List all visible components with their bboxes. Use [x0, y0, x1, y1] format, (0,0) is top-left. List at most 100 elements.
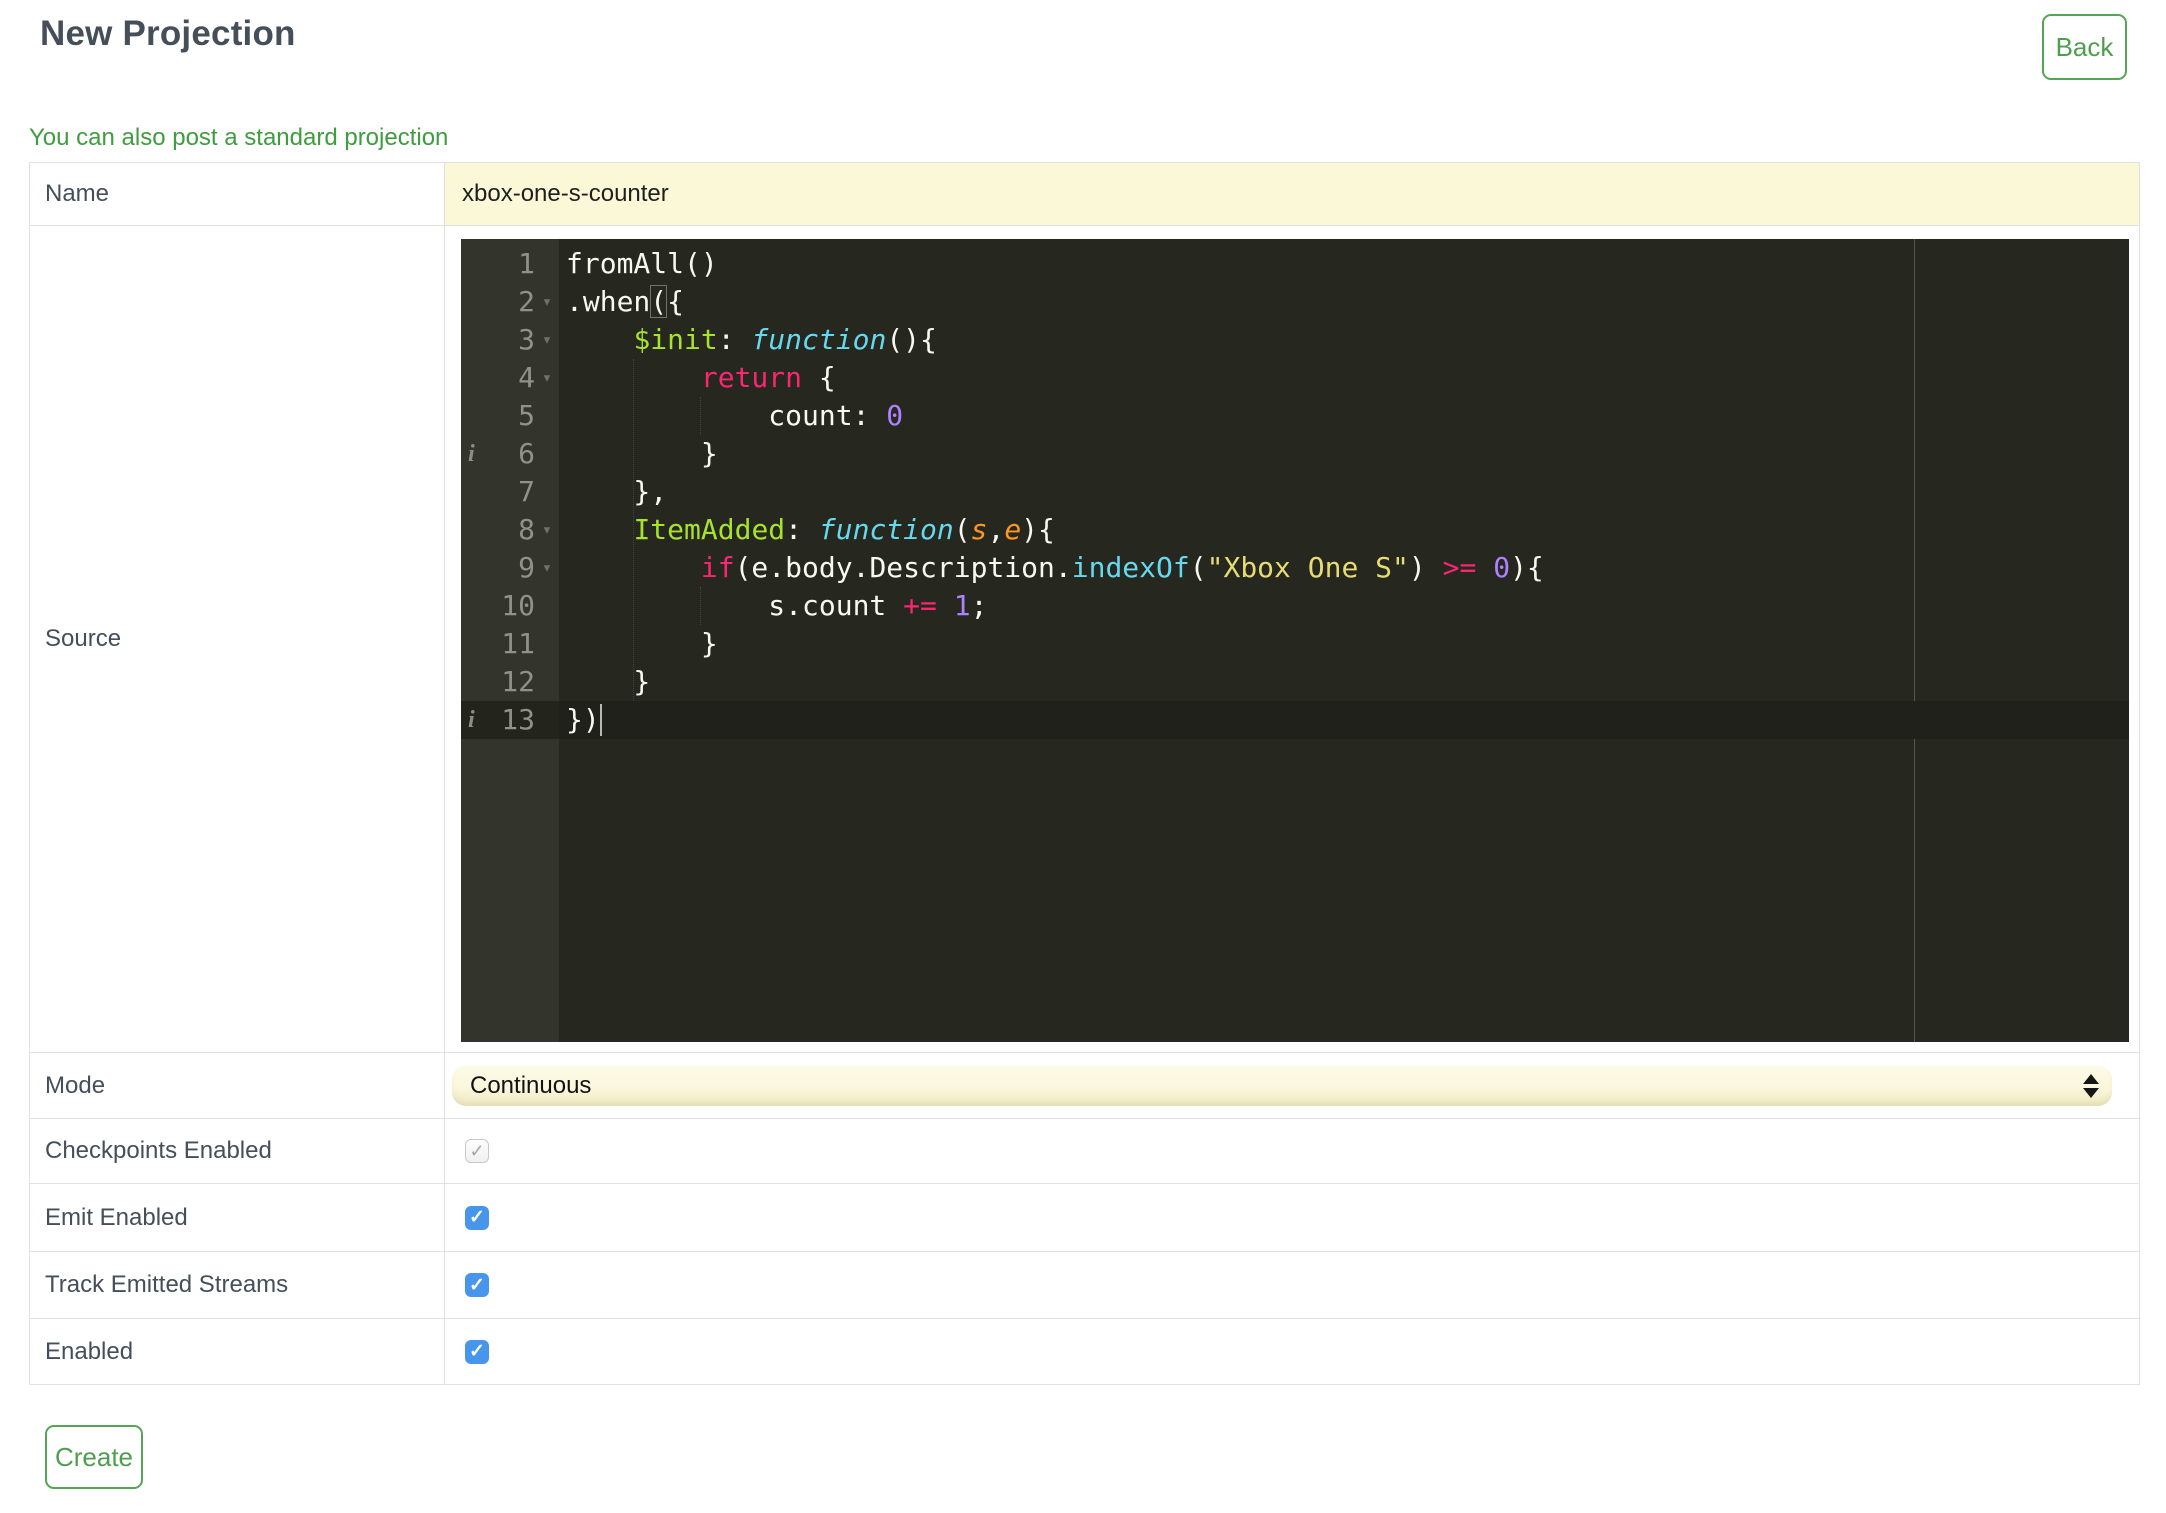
code-line: s.count += 1;	[559, 587, 2129, 625]
code-token: }	[566, 437, 718, 470]
line-number: 4	[518, 361, 535, 394]
code-line: .when({	[559, 283, 2129, 321]
mode-select[interactable]: Continuous	[452, 1065, 2112, 1106]
text-cursor	[599, 704, 602, 736]
code-line: $init: function(){	[559, 321, 2129, 359]
code-token: })	[566, 703, 600, 736]
fold-icon[interactable]: ▾	[535, 293, 559, 311]
track-emitted-streams-row: Track Emitted Streams ✓	[30, 1252, 2139, 1319]
info-annotation-icon: i	[468, 441, 475, 467]
line-number: 1	[518, 247, 535, 280]
code-token: function	[751, 323, 887, 356]
mode-label: Mode	[30, 1053, 445, 1118]
name-input[interactable]: xbox-one-s-counter	[445, 163, 2139, 225]
editor-code-lines: fromAll() .when({ $init: function(){ retu…	[559, 239, 2129, 739]
select-down-arrow-icon	[2083, 1087, 2099, 1098]
track-emitted-streams-checkbox[interactable]: ✓	[465, 1273, 489, 1297]
create-button[interactable]: Create	[45, 1425, 143, 1489]
editor-gutter: 1 2 ▾ 3 ▾ 4 ▾ 5 i 6 7 8 ▾ 9 ▾ 10 11 12 i 13	[461, 239, 559, 1042]
code-token: >=	[1442, 551, 1477, 584]
code-line: })	[559, 701, 2129, 739]
code-token: (	[953, 513, 971, 546]
code-token: ,	[987, 513, 1005, 546]
code-token: s	[970, 513, 988, 546]
code-line: }	[559, 663, 2129, 701]
fold-icon[interactable]: ▾	[535, 331, 559, 349]
select-up-arrow-icon	[2083, 1073, 2099, 1084]
code-token: :	[785, 513, 819, 546]
source-editor[interactable]: 1 2 ▾ 3 ▾ 4 ▾ 5 i 6 7 8 ▾ 9 ▾ 10 11 12 i 13 fromAll() .when(…	[461, 239, 2129, 1042]
checkpoints-enabled-checkbox: ✓	[465, 1139, 489, 1163]
check-icon: ✓	[469, 1141, 485, 1161]
line-number: 2	[518, 285, 535, 318]
line-number: 5	[518, 399, 535, 432]
code-token: )	[1408, 551, 1443, 584]
code-token: 1	[953, 589, 971, 622]
track-emitted-streams-label: Track Emitted Streams	[30, 1252, 445, 1318]
code-token: indexOf	[1071, 551, 1190, 584]
code-token: if	[700, 551, 735, 584]
select-arrows-icon	[2083, 1073, 2099, 1098]
code-token: :	[717, 323, 752, 356]
back-button[interactable]: Back	[2042, 14, 2127, 80]
line-number: 6	[518, 437, 535, 470]
code-token: $init	[633, 323, 718, 356]
check-icon: ✓	[469, 1341, 485, 1362]
code-token: ;	[970, 589, 988, 622]
source-row: Source 1 2 ▾ 3 ▾ 4 ▾ 5 i 6 7 8 ▾ 9 ▾ 10 11 12 i 13 fromAll(…	[30, 226, 2139, 1053]
emit-enabled-label: Emit Enabled	[30, 1184, 445, 1251]
mode-row: Mode Continuous	[30, 1053, 2139, 1119]
gutter-line: 7	[461, 473, 559, 511]
code-token: }	[566, 627, 718, 660]
gutter-line: 12	[461, 663, 559, 701]
checkpoints-enabled-row: Checkpoints Enabled ✓	[30, 1119, 2139, 1184]
code-token: (	[1189, 551, 1207, 584]
code-line: if(e.body.Description.indexOf("Xbox One …	[559, 549, 2129, 587]
info-annotation-icon: i	[468, 707, 475, 733]
gutter-line: 2 ▾	[461, 283, 559, 321]
code-token: ItemAdded	[633, 513, 786, 546]
enabled-row: Enabled ✓	[30, 1319, 2139, 1384]
gutter-line: 1	[461, 245, 559, 283]
line-number: 13	[501, 703, 535, 736]
standard-projection-link[interactable]: You can also post a standard projection	[29, 124, 448, 152]
emit-enabled-checkbox[interactable]: ✓	[465, 1205, 489, 1230]
line-number: 3	[518, 323, 535, 356]
code-line: ItemAdded: function(s,e){	[559, 511, 2129, 549]
line-number: 9	[518, 551, 535, 584]
code-token: s.count	[566, 589, 904, 622]
matching-bracket-highlight: (	[650, 285, 668, 318]
enabled-checkbox[interactable]: ✓	[465, 1339, 489, 1364]
gutter-line: i6	[461, 435, 559, 473]
code-token: 0	[1493, 551, 1511, 584]
fold-icon[interactable]: ▾	[535, 521, 559, 539]
editor-code-pane[interactable]: fromAll() .when({ $init: function(){ retu…	[559, 239, 2129, 1042]
source-label: Source	[30, 226, 445, 1052]
fold-icon[interactable]: ▾	[535, 369, 559, 387]
gutter-line: 9 ▾	[461, 549, 559, 587]
mode-select-value: Continuous	[470, 1071, 592, 1099]
enabled-label: Enabled	[30, 1319, 445, 1384]
code-token: 0	[886, 399, 904, 432]
code-token: return	[700, 361, 803, 394]
code-token: +=	[903, 589, 937, 622]
code-token: },	[566, 475, 668, 508]
code-line: count: 0	[559, 397, 2129, 435]
check-icon: ✓	[469, 1274, 485, 1296]
code-token: fromAll()	[566, 247, 718, 280]
code-line: }	[559, 435, 2129, 473]
code-token: (e.body.Description.	[734, 551, 1072, 584]
gutter-line: 4 ▾	[461, 359, 559, 397]
gutter-line: 8 ▾	[461, 511, 559, 549]
line-number: 8	[518, 513, 535, 546]
checkpoints-enabled-label: Checkpoints Enabled	[30, 1119, 445, 1183]
code-token: e	[1004, 513, 1022, 546]
code-token: count:	[566, 399, 887, 432]
code-line: },	[559, 473, 2129, 511]
fold-icon[interactable]: ▾	[535, 559, 559, 577]
